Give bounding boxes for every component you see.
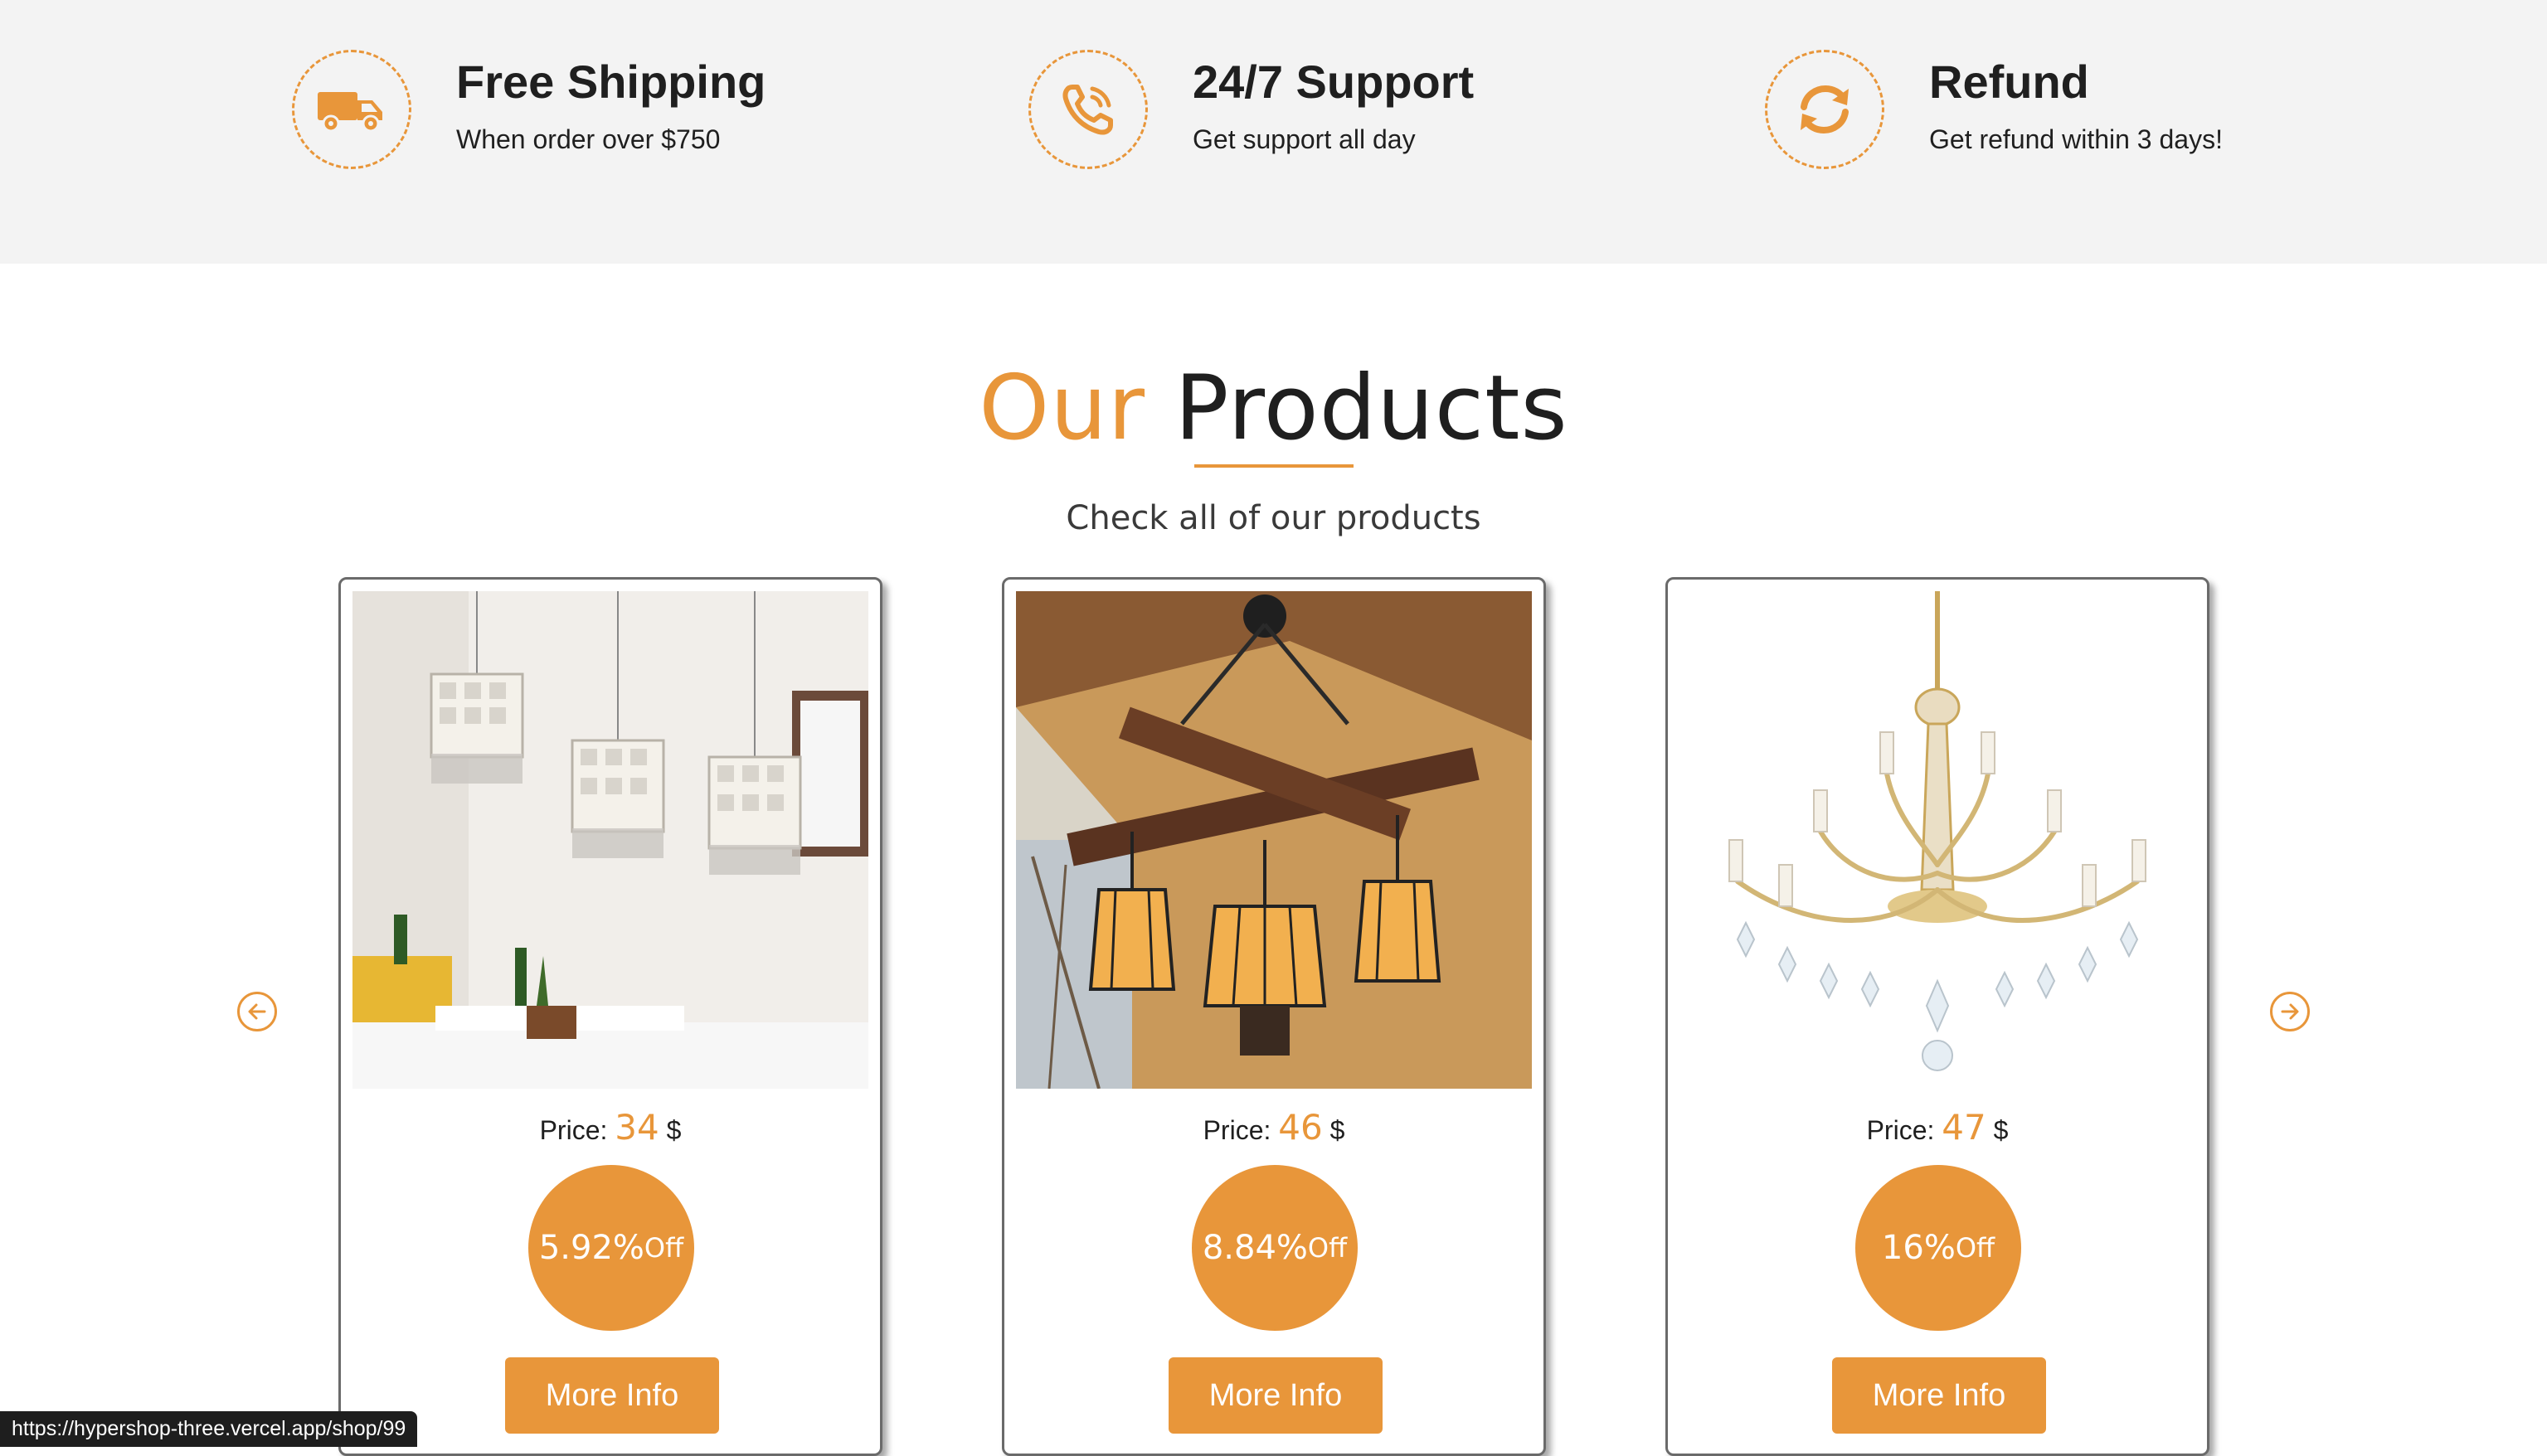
carousel-prev-button[interactable]	[237, 992, 277, 1031]
discount-value: 5.92%	[538, 1229, 644, 1267]
more-info-button[interactable]: More Info	[1169, 1357, 1383, 1434]
crystal-pendant-lights-illustration	[352, 591, 868, 1089]
phone-icon	[1062, 85, 1113, 135]
more-info-button[interactable]: More Info	[1832, 1357, 2046, 1434]
product-card: Price: 46 $ 8.84% Off More Info	[1002, 577, 1546, 1456]
section-subtitle: Check all of our products	[1066, 499, 1481, 537]
crystal-gold-chandelier-illustration	[1679, 591, 2195, 1089]
section-title: Our Products	[0, 357, 2547, 460]
title-underline	[1194, 464, 1354, 468]
price-line: Price: 34 $	[341, 1107, 880, 1148]
discount-off-label: Off	[1307, 1232, 1348, 1264]
feature-title: Free Shipping	[456, 56, 766, 108]
feature-subtitle: Get refund within 3 days!	[1929, 124, 2223, 154]
product-card: Price: 34 $ 5.92% Off More Info	[338, 577, 882, 1456]
discount-off-label: Off	[1955, 1232, 1995, 1264]
discount-value: 16%	[1881, 1229, 1956, 1267]
price-value: 34	[615, 1107, 659, 1148]
feature-icon-ring	[1028, 50, 1148, 169]
section-title-main: Products	[1174, 357, 1568, 460]
features-band: Free Shipping When order over $750 24/7 …	[0, 0, 2547, 264]
section-title-accent: Our	[979, 357, 1146, 460]
product-image-crystal-gold-chandelier[interactable]	[1679, 591, 2195, 1089]
price-currency: $	[1993, 1115, 2009, 1145]
discount-value: 8.84%	[1202, 1229, 1308, 1267]
feature-title: Refund	[1929, 56, 2089, 108]
feature-icon-ring	[292, 50, 411, 169]
carousel-next-button[interactable]	[2270, 992, 2310, 1031]
price-currency: $	[666, 1115, 682, 1145]
product-card: Price: 47 $ 16% Off More Info	[1665, 577, 2209, 1456]
feature-subtitle: Get support all day	[1193, 124, 1416, 154]
discount-badge: 8.84% Off	[1192, 1165, 1358, 1331]
price-label: Price:	[1203, 1115, 1271, 1145]
price-value: 46	[1278, 1107, 1323, 1148]
refresh-icon	[1801, 85, 1849, 134]
discount-off-label: Off	[644, 1232, 684, 1264]
link-status-url: https://hypershop-three.vercel.app/shop/…	[0, 1411, 418, 1447]
arrow-right-icon	[2281, 1003, 2299, 1020]
product-image-rustic-wood-chandelier[interactable]	[1016, 591, 1532, 1089]
discount-badge: 5.92% Off	[528, 1165, 694, 1331]
arrow-left-icon	[248, 1003, 266, 1020]
feature-title: 24/7 Support	[1193, 56, 1475, 108]
price-line: Price: 46 $	[1004, 1107, 1543, 1148]
product-image-crystal-pendant-lights[interactable]	[352, 591, 868, 1089]
truck-icon	[318, 92, 382, 133]
discount-badge: 16% Off	[1855, 1165, 2021, 1331]
more-info-button[interactable]: More Info	[505, 1357, 719, 1434]
price-currency: $	[1329, 1115, 1345, 1145]
feature-subtitle: When order over $750	[456, 124, 721, 154]
price-label: Price:	[539, 1115, 608, 1145]
price-label: Price:	[1866, 1115, 1935, 1145]
price-line: Price: 47 $	[1668, 1107, 2207, 1148]
rustic-wood-chandelier-illustration	[1016, 591, 1532, 1089]
price-value: 47	[1942, 1107, 1986, 1148]
feature-icon-ring	[1765, 50, 1884, 169]
